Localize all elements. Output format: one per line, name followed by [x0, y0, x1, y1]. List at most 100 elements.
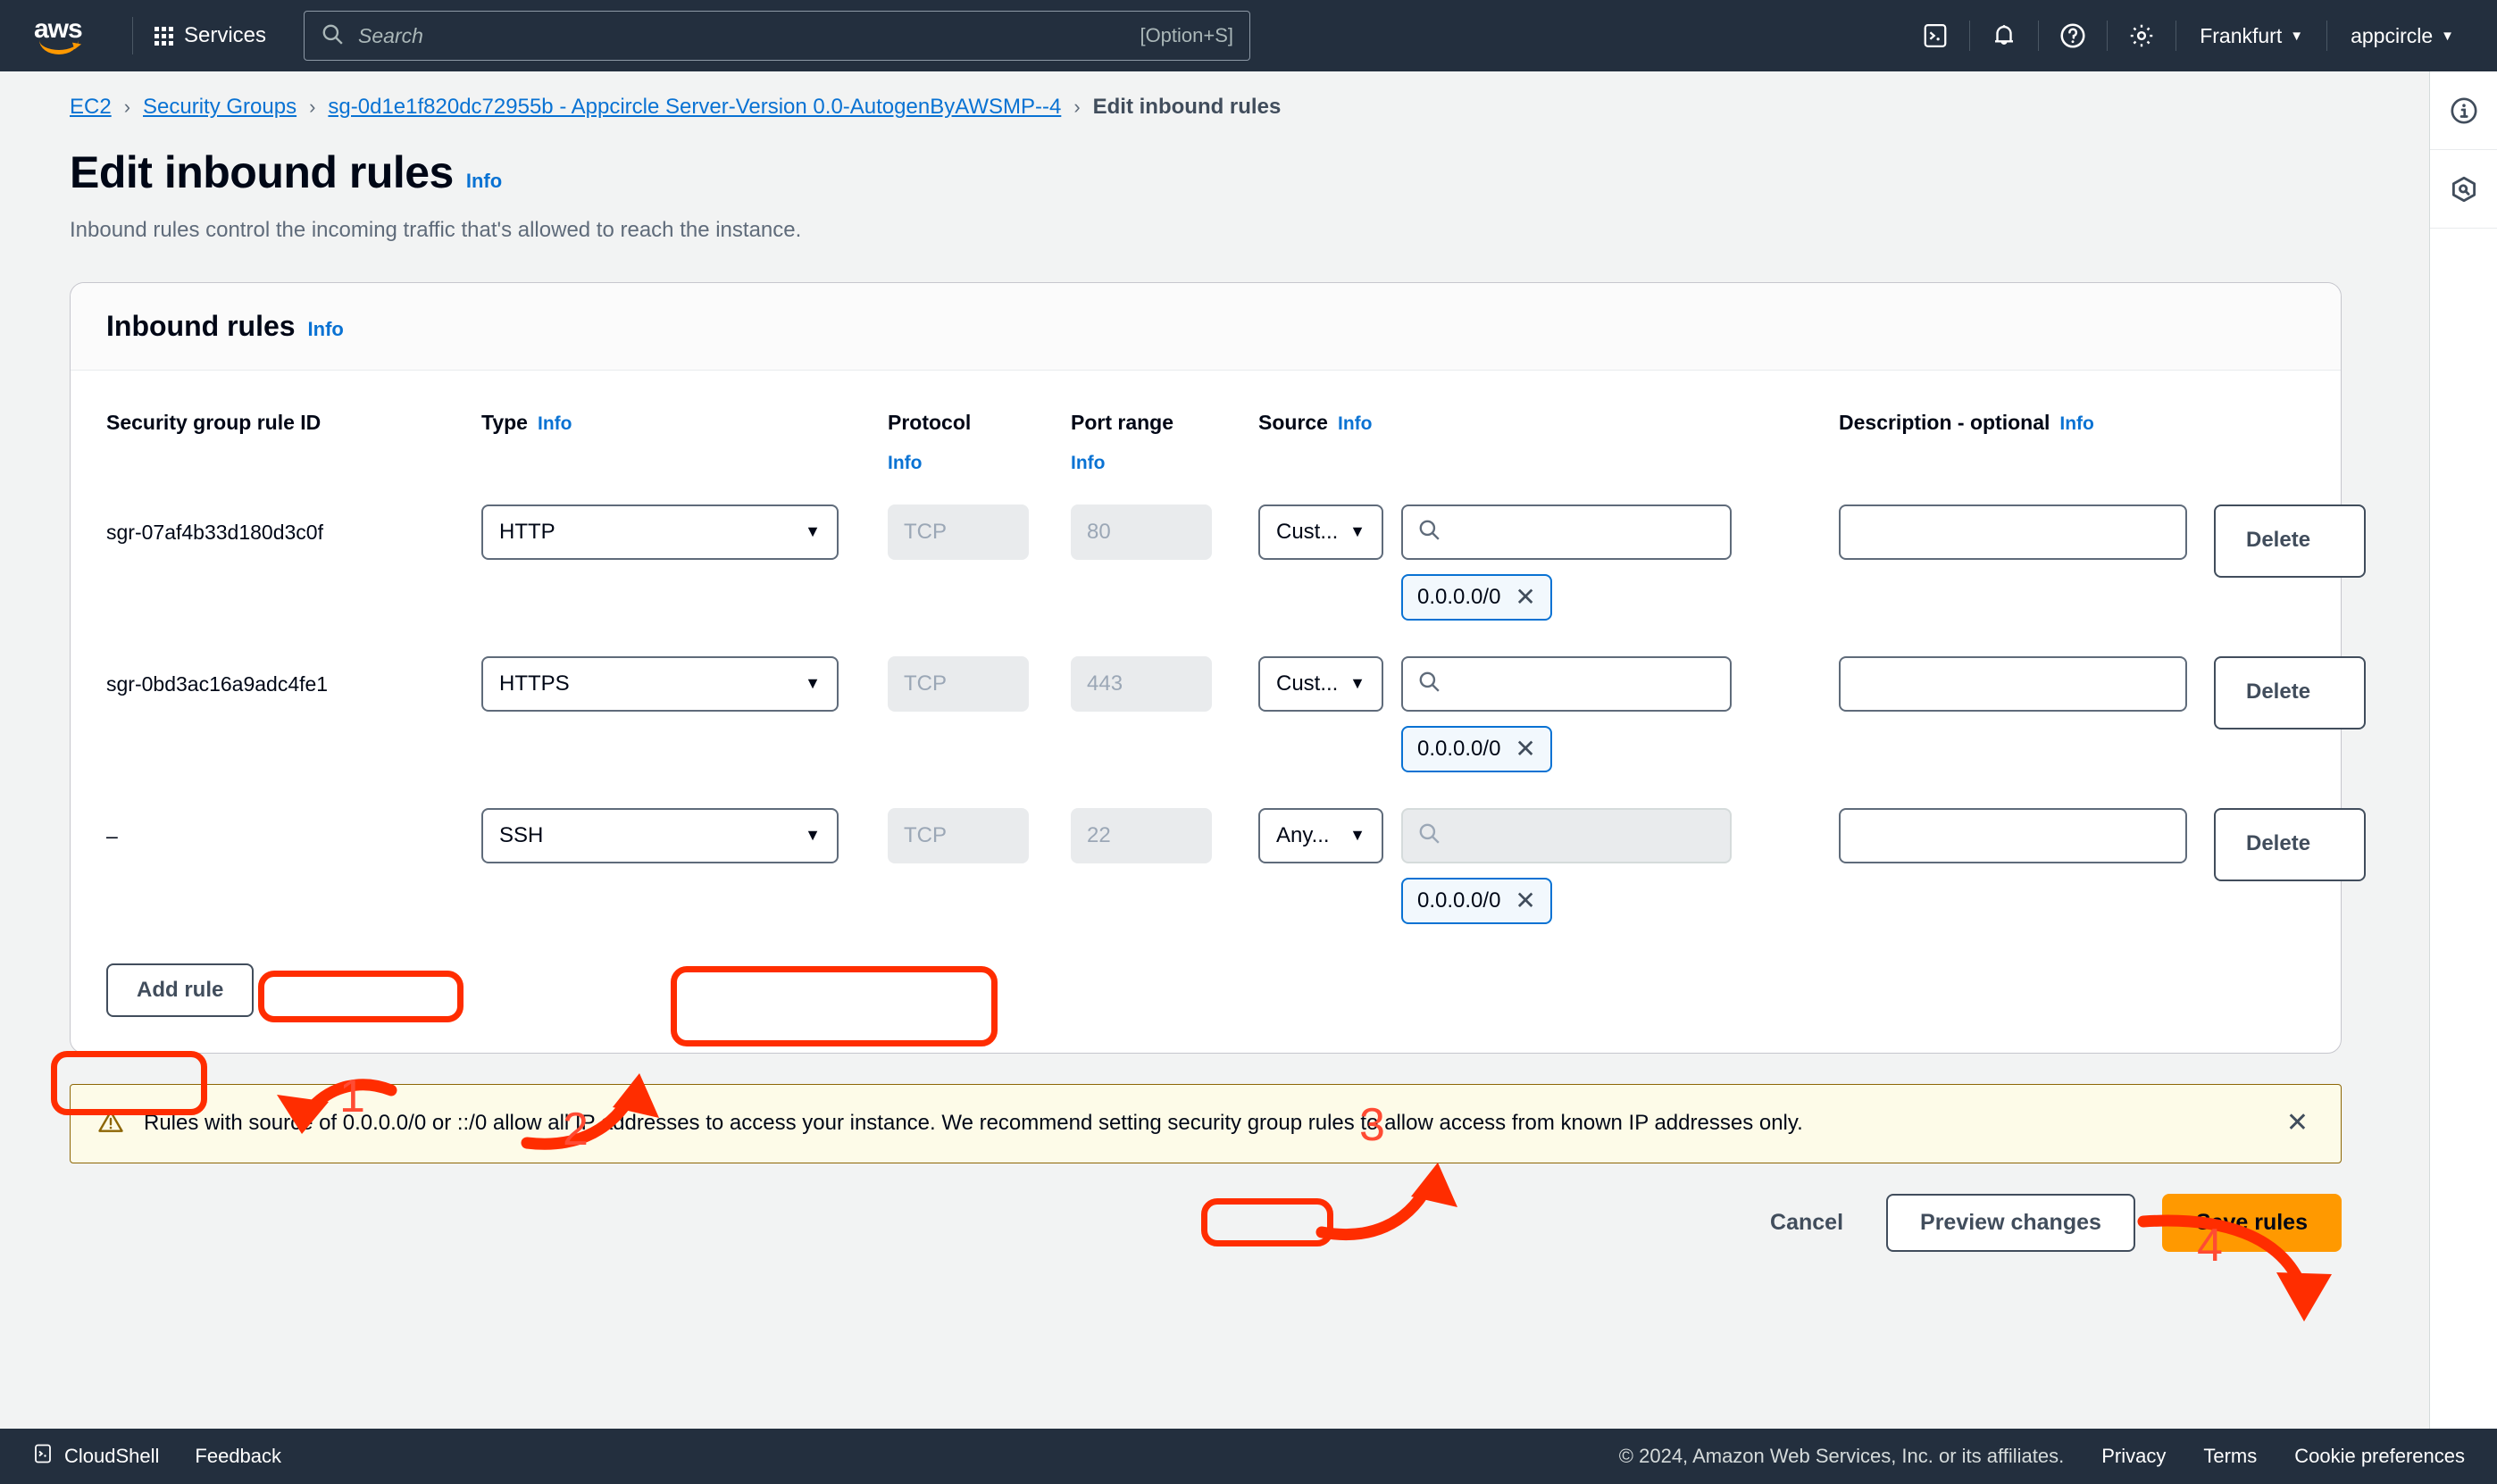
row-1-source-type-value: Cust... — [1276, 519, 1339, 544]
row-2-source-type-value: Cust... — [1276, 671, 1339, 696]
cell-type: HTTP ▼ — [481, 504, 888, 656]
row-1-description-input[interactable] — [1839, 504, 2187, 560]
cell-type: HTTPS ▼ — [481, 655, 888, 808]
nav-divider — [132, 17, 133, 54]
remove-token-icon[interactable]: ✕ — [1515, 888, 1535, 913]
row-1-delete-button[interactable]: Delete — [2214, 504, 2366, 578]
page-title-info-link[interactable]: Info — [466, 170, 502, 192]
row-2-type-select[interactable]: HTTPS ▼ — [481, 655, 839, 712]
row-2-delete-button[interactable]: Delete — [2214, 655, 2366, 729]
row-2-protocol-field: TCP — [888, 655, 1029, 712]
row-2-type-value: HTTPS — [499, 671, 570, 696]
footer-bar: CloudShell Feedback © 2024, Amazon Web S… — [0, 1429, 2497, 1484]
feedback-label: Feedback — [195, 1445, 282, 1467]
breadcrumb-item-security-group[interactable]: sg-0d1e1f820dc72955b - Appcircle Server-… — [328, 95, 1061, 120]
search-icon — [1417, 821, 1441, 849]
cell-description — [1839, 655, 2214, 808]
remove-token-icon[interactable]: ✕ — [1515, 736, 1535, 762]
cloudshell-icon[interactable] — [1909, 12, 1961, 60]
settings-icon[interactable] — [2116, 12, 2167, 60]
table-body: sgr-07af4b33d180d3c0f HTTP ▼ TCP 80 Cust… — [106, 504, 2375, 960]
header-port-range: Port range Info — [1071, 397, 1258, 504]
protocol-info-link[interactable]: Info — [888, 450, 1071, 477]
source-info-link[interactable]: Info — [1338, 413, 1372, 434]
breadcrumb-item-current: Edit inbound rules — [1092, 95, 1282, 119]
row-2-source-search-input[interactable] — [1401, 655, 1732, 712]
table-row: – SSH ▼ TCP 22 Any... ▼ 0.0.0.0/0 ✕ Dele… — [106, 807, 2375, 960]
warning-alert-text: Rules with source of 0.0.0.0/0 or ::/0 a… — [144, 1111, 1803, 1136]
copyright-text: © 2024, Amazon Web Services, Inc. or its… — [1618, 1445, 2065, 1467]
remove-token-icon[interactable]: ✕ — [1515, 584, 1535, 610]
card-title-info-link[interactable]: Info — [308, 318, 344, 340]
row-1-source-type-select[interactable]: Cust... ▼ — [1258, 504, 1383, 560]
row-1-source-token[interactable]: 0.0.0.0/0 ✕ — [1401, 573, 1552, 621]
breadcrumb-item-security-groups[interactable]: Security Groups — [143, 95, 296, 120]
cell-port-range: 80 — [1071, 504, 1258, 656]
breadcrumb-item-ec2[interactable]: EC2 — [70, 95, 112, 120]
row-3-delete-button[interactable]: Delete — [2214, 807, 2366, 881]
amazon-q-icon[interactable] — [2430, 150, 2497, 229]
row-2-source-type-select[interactable]: Cust... ▼ — [1258, 655, 1383, 712]
privacy-link[interactable]: Privacy — [2101, 1445, 2166, 1468]
aws-logo[interactable]: aws — [34, 16, 96, 55]
search-input[interactable] — [358, 23, 1140, 48]
search-icon — [1417, 670, 1441, 697]
row-3-source-token[interactable]: 0.0.0.0/0 ✕ — [1401, 877, 1552, 924]
cookie-preferences-link[interactable]: Cookie preferences — [2294, 1445, 2465, 1468]
card-header: Inbound rules Info — [71, 283, 2341, 371]
close-icon[interactable]: ✕ — [2281, 1110, 2314, 1137]
header-rule-id: Security group rule ID — [106, 411, 322, 434]
cancel-button[interactable]: Cancel — [1754, 1196, 1859, 1250]
row-3-type-value: SSH — [499, 822, 544, 847]
help-icon[interactable] — [2047, 12, 2099, 60]
chevron-down-icon: ▼ — [805, 826, 821, 845]
row-1-source-search-input[interactable] — [1401, 504, 1732, 560]
header-protocol: Protocol Info — [888, 397, 1071, 504]
cell-protocol: TCP — [888, 504, 1071, 656]
global-search-bar[interactable]: [Option+S] — [304, 11, 1251, 61]
row-1-type-select[interactable]: HTTP ▼ — [481, 504, 839, 560]
content-wrapper: EC2 › Security Groups › sg-0d1e1f820dc72… — [0, 71, 2497, 1429]
search-icon — [1417, 518, 1441, 546]
search-icon — [321, 22, 344, 50]
port-range-info-link[interactable]: Info — [1071, 450, 1258, 477]
cell-delete: Delete — [2214, 655, 2375, 808]
row-1-type-value: HTTP — [499, 519, 555, 544]
cell-rule-id: sgr-0bd3ac16a9adc4fe1 — [106, 656, 481, 808]
add-rule-button[interactable]: Add rule — [106, 963, 255, 1017]
chevron-down-icon: ▼ — [2441, 28, 2454, 44]
chevron-down-icon: ▼ — [1349, 522, 1365, 541]
row-2-source-token-label: 0.0.0.0/0 — [1417, 736, 1501, 761]
header-description: Description - optional Info — [1839, 411, 2094, 434]
account-label: appcircle — [2351, 23, 2434, 47]
chevron-down-icon: ▼ — [2290, 28, 2304, 44]
cell-delete: Delete — [2214, 504, 2375, 656]
breadcrumb-separator-icon: › — [123, 96, 131, 118]
page-title: Edit inbound rules — [70, 147, 454, 197]
nav-divider — [2038, 21, 2040, 51]
row-3-source-type-select[interactable]: Any... ▼ — [1258, 807, 1383, 863]
info-panel-icon[interactable] — [2430, 71, 2497, 150]
services-menu-button[interactable]: Services — [149, 16, 271, 55]
row-3-type-select[interactable]: SSH ▼ — [481, 807, 839, 863]
row-3-description-input[interactable] — [1839, 807, 2187, 863]
breadcrumb: EC2 › Security Groups › sg-0d1e1f820dc72… — [0, 71, 2411, 120]
save-rules-button[interactable]: Save rules — [2161, 1193, 2342, 1252]
type-info-link[interactable]: Info — [538, 413, 572, 434]
terms-link[interactable]: Terms — [2203, 1445, 2257, 1468]
description-info-link[interactable]: Info — [2059, 413, 2093, 434]
preview-changes-button[interactable]: Preview changes — [1886, 1193, 2135, 1252]
account-menu[interactable]: appcircle ▼ — [2327, 12, 2477, 60]
feedback-button[interactable]: Feedback — [195, 1445, 281, 1468]
bell-icon[interactable] — [1978, 12, 2030, 60]
cell-port-range: 443 — [1071, 655, 1258, 808]
card-body: Security group rule ID Type Info Protocol… — [71, 371, 2366, 1053]
row-2-description-input[interactable] — [1839, 655, 2187, 712]
table-header-row: Security group rule ID Type Info Protocol… — [106, 397, 2375, 504]
main-content-column: EC2 › Security Groups › sg-0d1e1f820dc72… — [0, 71, 2411, 1429]
cloudshell-button[interactable]: CloudShell — [32, 1443, 159, 1470]
breadcrumb-separator-icon: › — [1073, 96, 1081, 118]
search-shortcut-hint: [Option+S] — [1140, 24, 1234, 46]
region-selector[interactable]: Frankfurt ▼ — [2176, 12, 2326, 60]
row-2-source-token[interactable]: 0.0.0.0/0 ✕ — [1401, 725, 1552, 772]
